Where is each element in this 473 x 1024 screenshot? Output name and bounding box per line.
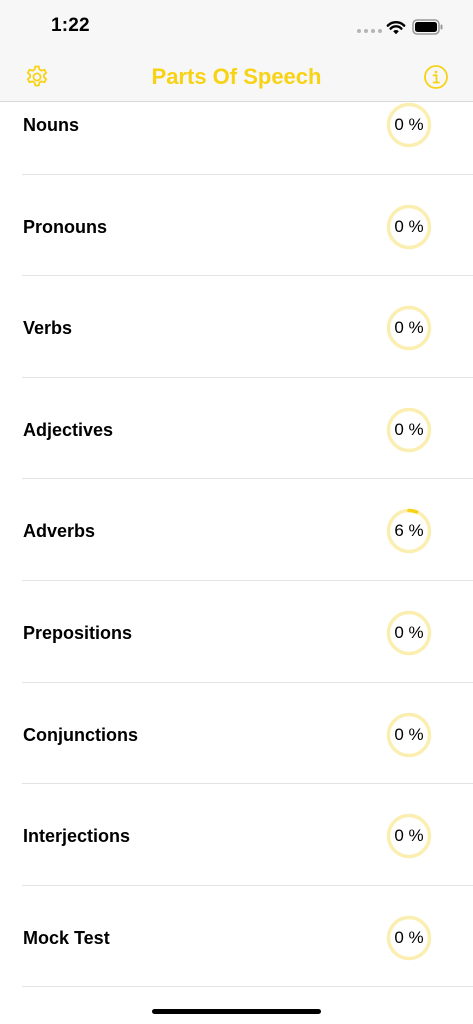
progress-ring: 0 % bbox=[386, 712, 432, 758]
item-label: Mock Test bbox=[23, 927, 110, 948]
list-item[interactable]: Mock Test 0 % bbox=[22, 886, 473, 988]
progress-ring: 0 % bbox=[386, 610, 432, 656]
progress-percent: 6 % bbox=[394, 521, 424, 541]
progress-percent: 0 % bbox=[394, 622, 424, 642]
topic-list: Nouns 0 % Pronouns 0 % Verbs 0 % Adjectives 0 %… bbox=[0, 73, 473, 988]
progress-ring: 0 % bbox=[386, 813, 432, 859]
progress-ring: 6 % bbox=[386, 508, 432, 554]
item-label: Pronouns bbox=[23, 216, 107, 237]
status-time: 1:22 bbox=[51, 15, 90, 36]
item-label: Adjectives bbox=[23, 419, 114, 440]
home-indicator bbox=[152, 1009, 321, 1014]
list-item[interactable]: Adjectives 0 % bbox=[22, 378, 473, 480]
progress-percent: 0 % bbox=[394, 115, 424, 134]
progress-ring: 0 % bbox=[386, 915, 432, 961]
item-label: Conjunctions bbox=[23, 724, 138, 745]
item-label: Prepositions bbox=[23, 622, 133, 643]
list-item[interactable]: Interjections 0 % bbox=[22, 784, 473, 886]
progress-ring: 0 % bbox=[386, 102, 432, 148]
list-item[interactable]: Pronouns 0 % bbox=[22, 175, 473, 277]
item-label: Verbs bbox=[23, 318, 73, 339]
progress-percent: 0 % bbox=[394, 724, 424, 744]
progress-percent: 0 % bbox=[394, 216, 424, 236]
wifi-icon bbox=[386, 21, 406, 35]
progress-percent: 0 % bbox=[394, 419, 424, 439]
progress-percent: 0 % bbox=[394, 318, 424, 338]
progress-ring: 0 % bbox=[386, 305, 432, 351]
item-label: Nouns bbox=[23, 115, 79, 135]
list-item[interactable]: Nouns 0 % bbox=[22, 73, 473, 175]
progress-ring: 0 % bbox=[386, 204, 432, 250]
progress-ring: 0 % bbox=[386, 407, 432, 453]
item-label: Adverbs bbox=[23, 521, 96, 542]
progress-percent: 0 % bbox=[394, 826, 424, 846]
list-item[interactable]: Conjunctions 0 % bbox=[22, 683, 473, 785]
battery-icon bbox=[412, 19, 443, 35]
list-item[interactable]: Verbs 0 % bbox=[22, 276, 473, 378]
status-bar: 1:22 bbox=[0, 0, 473, 54]
item-label: Interjections bbox=[23, 826, 131, 847]
list-item[interactable]: Prepositions 0 % bbox=[22, 581, 473, 683]
signal-dots-icon bbox=[357, 29, 382, 33]
progress-percent: 0 % bbox=[394, 927, 424, 947]
list-item[interactable]: Adverbs 6 % bbox=[22, 479, 473, 581]
